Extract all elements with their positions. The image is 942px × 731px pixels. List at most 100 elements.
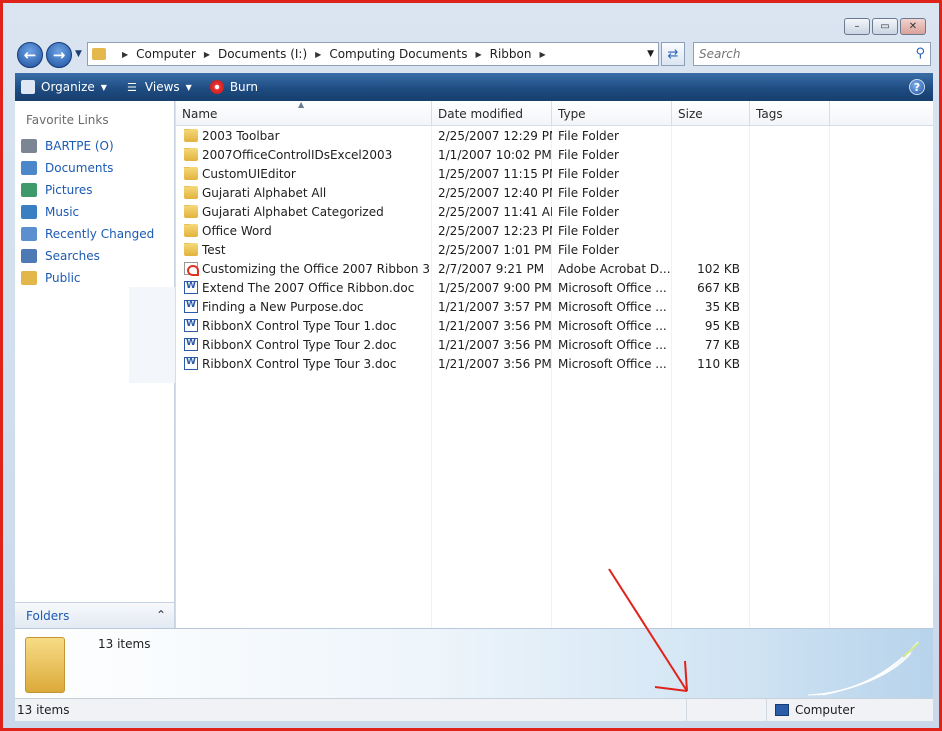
file-row[interactable]: Gujarati Alphabet Categorized 2/25/2007 1… — [176, 202, 933, 221]
views-label: Views — [144, 80, 180, 94]
arrow-right-icon: → — [52, 46, 66, 64]
breadcrumb: ▶ Computer ▶ Documents (I:) ▶ Computing … — [114, 47, 554, 61]
chevron-right-icon[interactable]: ▶ — [315, 50, 321, 59]
file-name: Gujarati Alphabet Categorized — [202, 204, 384, 219]
status-item-count: 13 items — [15, 699, 687, 721]
chevron-down-icon[interactable]: ▼ — [186, 83, 192, 92]
favorite-link-recently-changed[interactable]: Recently Changed — [21, 223, 154, 245]
drive-icon — [21, 139, 37, 153]
burn-button[interactable]: Burn — [209, 80, 258, 94]
file-row[interactable]: Finding a New Purpose.doc 1/21/2007 3:57 … — [176, 297, 933, 316]
file-name-cell: Customizing the Office 2007 Ribbon 3 of … — [176, 262, 432, 276]
file-rows: 2003 Toolbar 2/25/2007 12:29 PM File Folde… — [176, 126, 933, 373]
file-type: Microsoft Office ... — [558, 280, 667, 295]
folder-icon — [184, 223, 198, 237]
file-row[interactable]: 2003 Toolbar 2/25/2007 12:29 PM File Folde… — [176, 126, 933, 145]
file-row[interactable]: CustomUIEditor 1/25/2007 11:15 PM File Fol… — [176, 164, 933, 183]
file-size: 102 KB — [697, 261, 740, 276]
column-header-tags[interactable]: Tags — [750, 101, 830, 126]
file-row[interactable]: Extend The 2007 Office Ribbon.doc 1/25/20… — [176, 278, 933, 297]
views-button[interactable]: ☰ Views ▼ — [125, 80, 192, 94]
favorite-link-searches[interactable]: Searches — [21, 245, 154, 267]
favorite-link-label: Pictures — [45, 183, 93, 197]
recent-pages-dropdown[interactable]: ▼ — [75, 49, 82, 59]
organize-button[interactable]: Organize ▼ — [21, 80, 107, 94]
column-header-date[interactable]: Date modified — [432, 101, 552, 126]
file-name-cell: CustomUIEditor — [176, 166, 432, 181]
maximize-button[interactable]: ▭ — [872, 18, 898, 35]
file-row[interactable]: Customizing the Office 2007 Ribbon 3 of … — [176, 259, 933, 278]
column-header-type[interactable]: Type — [552, 101, 672, 126]
file-type: Microsoft Office ... — [558, 299, 667, 314]
file-row[interactable]: RibbonX Control Type Tour 2.doc 1/21/2007… — [176, 335, 933, 354]
file-type: File Folder — [558, 204, 619, 219]
word-doc-icon — [184, 357, 198, 370]
address-bar[interactable]: ▶ Computer ▶ Documents (I:) ▶ Computing … — [87, 42, 659, 66]
file-row[interactable]: RibbonX Control Type Tour 1.doc 1/21/2007… — [176, 316, 933, 335]
file-size: 110 KB — [697, 356, 740, 371]
file-name-cell: 2007OfficeControlIDsExcel2003 — [176, 147, 432, 162]
file-list: ▲ Name Date modified Type Size Tags 2003… — [176, 100, 933, 628]
breadcrumb-computer[interactable]: Computer — [136, 47, 196, 61]
file-name: Office Word — [202, 223, 272, 238]
file-size: 95 KB — [704, 318, 740, 333]
status-location-label: Computer — [795, 703, 855, 717]
chevron-up-icon: ⌃ — [155, 608, 166, 622]
file-name-cell: Finding a New Purpose.doc — [176, 300, 432, 314]
command-bar: Organize ▼ ☰ Views ▼ Burn ? — [15, 73, 933, 101]
favorite-link-public[interactable]: Public — [21, 267, 154, 289]
refresh-button[interactable]: ⇄ — [661, 42, 685, 66]
file-type: Adobe Acrobat D... — [558, 261, 671, 276]
chevron-down-icon: ▼ — [100, 82, 107, 92]
file-row[interactable]: Gujarati Alphabet All 2/25/2007 12:40 PM F… — [176, 183, 933, 202]
chevron-right-icon[interactable]: ▶ — [475, 50, 481, 59]
music-icon — [21, 205, 37, 219]
details-item-count: 13 items — [98, 637, 151, 651]
file-row[interactable]: Test 2/25/2007 1:01 PM File Folder — [176, 240, 933, 259]
breadcrumb-computing-documents[interactable]: Computing Documents — [329, 47, 467, 61]
file-row[interactable]: Office Word 2/25/2007 12:23 PM File Folder — [176, 221, 933, 240]
forward-button[interactable]: → — [46, 42, 72, 68]
file-name: RibbonX Control Type Tour 2.doc — [202, 337, 397, 352]
file-row[interactable]: RibbonX Control Type Tour 3.doc 1/21/2007… — [176, 354, 933, 373]
column-headers: ▲ Name Date modified Type Size Tags — [176, 100, 933, 126]
file-name-cell: Gujarati Alphabet All — [176, 185, 432, 200]
column-header-label: Date modified — [438, 106, 524, 121]
address-dropdown-icon[interactable]: ▼ — [647, 49, 654, 59]
favorite-link-pictures[interactable]: Pictures — [21, 179, 154, 201]
public-folder-icon — [21, 271, 37, 285]
favorite-link-bartpe[interactable]: BARTPE (O) — [21, 135, 154, 157]
navigation-pane: Favorite Links BARTPE (O) Documents Pict… — [15, 101, 175, 628]
column-header-size[interactable]: Size — [672, 101, 750, 126]
file-row[interactable]: 2007OfficeControlIDsExcel2003 1/1/2007 10… — [176, 145, 933, 164]
file-size: 77 KB — [704, 337, 740, 352]
word-doc-icon — [184, 300, 198, 313]
explorer-window: – ▭ ✕ ← → ▼ ▶ Computer ▶ Documents (I:) … — [0, 0, 942, 731]
search-input[interactable] — [699, 47, 899, 61]
help-button[interactable]: ? — [909, 79, 925, 95]
favorite-link-documents[interactable]: Documents — [21, 157, 154, 179]
arrow-left-icon: ← — [23, 46, 37, 64]
file-type: File Folder — [558, 147, 619, 162]
breadcrumb-ribbon[interactable]: Ribbon — [490, 47, 532, 61]
pictures-icon — [21, 183, 37, 197]
breadcrumb-documents[interactable]: Documents (I:) — [218, 47, 307, 61]
burn-label: Burn — [229, 80, 258, 94]
back-button[interactable]: ← — [17, 42, 43, 68]
minimize-button[interactable]: – — [844, 18, 870, 35]
close-button[interactable]: ✕ — [900, 18, 926, 35]
chevron-right-icon[interactable]: ▶ — [539, 50, 545, 59]
documents-icon — [21, 161, 37, 175]
folders-toggle[interactable]: Folders ⌃ — [15, 602, 174, 628]
file-type: Microsoft Office ... — [558, 318, 667, 333]
favorite-links-title: Favorite Links — [26, 113, 109, 127]
favorite-link-label: BARTPE (O) — [45, 139, 114, 153]
search-folder-icon — [21, 249, 37, 263]
file-name-cell: Gujarati Alphabet Categorized — [176, 204, 432, 219]
file-type: File Folder — [558, 242, 619, 257]
column-header-name[interactable]: ▲ Name — [176, 100, 432, 126]
favorite-link-music[interactable]: Music — [21, 201, 154, 223]
search-icon[interactable]: ⚲ — [915, 46, 925, 61]
file-name: CustomUIEditor — [202, 166, 296, 181]
chevron-right-icon[interactable]: ▶ — [204, 50, 210, 59]
